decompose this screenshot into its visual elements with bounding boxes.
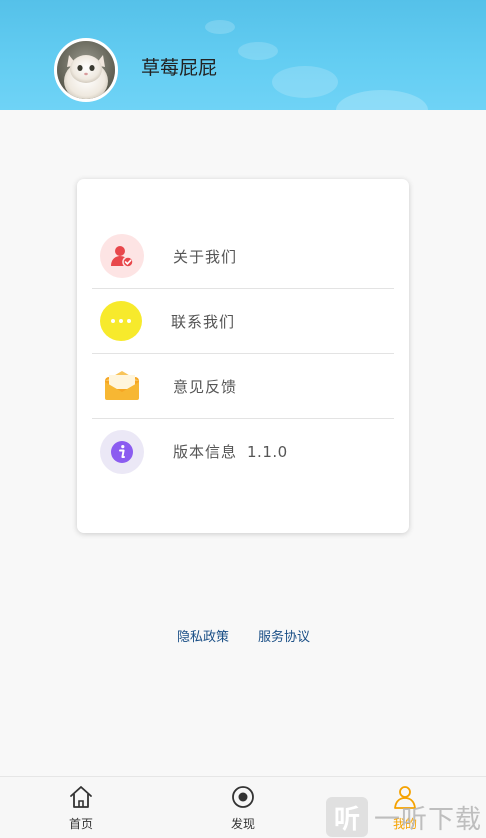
user-check-icon (100, 234, 144, 278)
watermark-text: 一听下载 (374, 804, 483, 835)
menu-item-version-info[interactable]: 版本信息 1.1.0 (92, 419, 394, 484)
version-label: 版本信息 (173, 443, 238, 461)
privacy-policy-link[interactable]: 隐私政策 (177, 626, 229, 645)
info-icon (100, 429, 144, 474)
my-page: 草莓屁屁 关于我们 联系我们 意见反馈 版本信息 1.1.0 隐私政策 服务协议… (0, 0, 486, 838)
profile-header: 草莓屁屁 (0, 0, 486, 110)
menu-label-version-info: 版本信息 1.1.0 (173, 441, 288, 462)
nav-label-home: 首页 (68, 817, 93, 831)
menu-item-contact-us[interactable]: 联系我们 (92, 289, 394, 354)
version-number: 1.1.0 (247, 443, 288, 461)
menu-item-about-us[interactable]: 关于我们 (92, 224, 394, 289)
watermark-logo: 听 (326, 797, 368, 837)
header-bubble (238, 42, 278, 60)
menu-label-contact-us: 联系我们 (171, 312, 236, 331)
menu-label-about-us: 关于我们 (173, 247, 238, 266)
menu-item-feedback[interactable]: 意见反馈 (92, 354, 394, 419)
header-bubble (205, 20, 235, 34)
cat-avatar-image (57, 41, 115, 99)
nav-item-discover[interactable]: 发现 (203, 785, 283, 835)
header-bubble (272, 66, 338, 98)
header-bubble (336, 90, 428, 110)
avatar[interactable] (54, 38, 118, 102)
nav-item-home[interactable]: 首页 (41, 785, 121, 835)
chat-bubble-icon (100, 301, 142, 341)
service-agreement-link[interactable]: 服务协议 (258, 626, 310, 645)
envelope-icon (100, 364, 144, 408)
discover-icon (232, 786, 254, 808)
username: 草莓屁屁 (141, 57, 218, 79)
watermark: 听 一听下载 (326, 797, 484, 837)
menu-card: 关于我们 联系我们 意见反馈 版本信息 1.1.0 (77, 179, 409, 533)
home-icon (70, 786, 92, 808)
menu-label-feedback: 意见反馈 (173, 377, 238, 396)
nav-label-discover: 发现 (230, 817, 255, 831)
